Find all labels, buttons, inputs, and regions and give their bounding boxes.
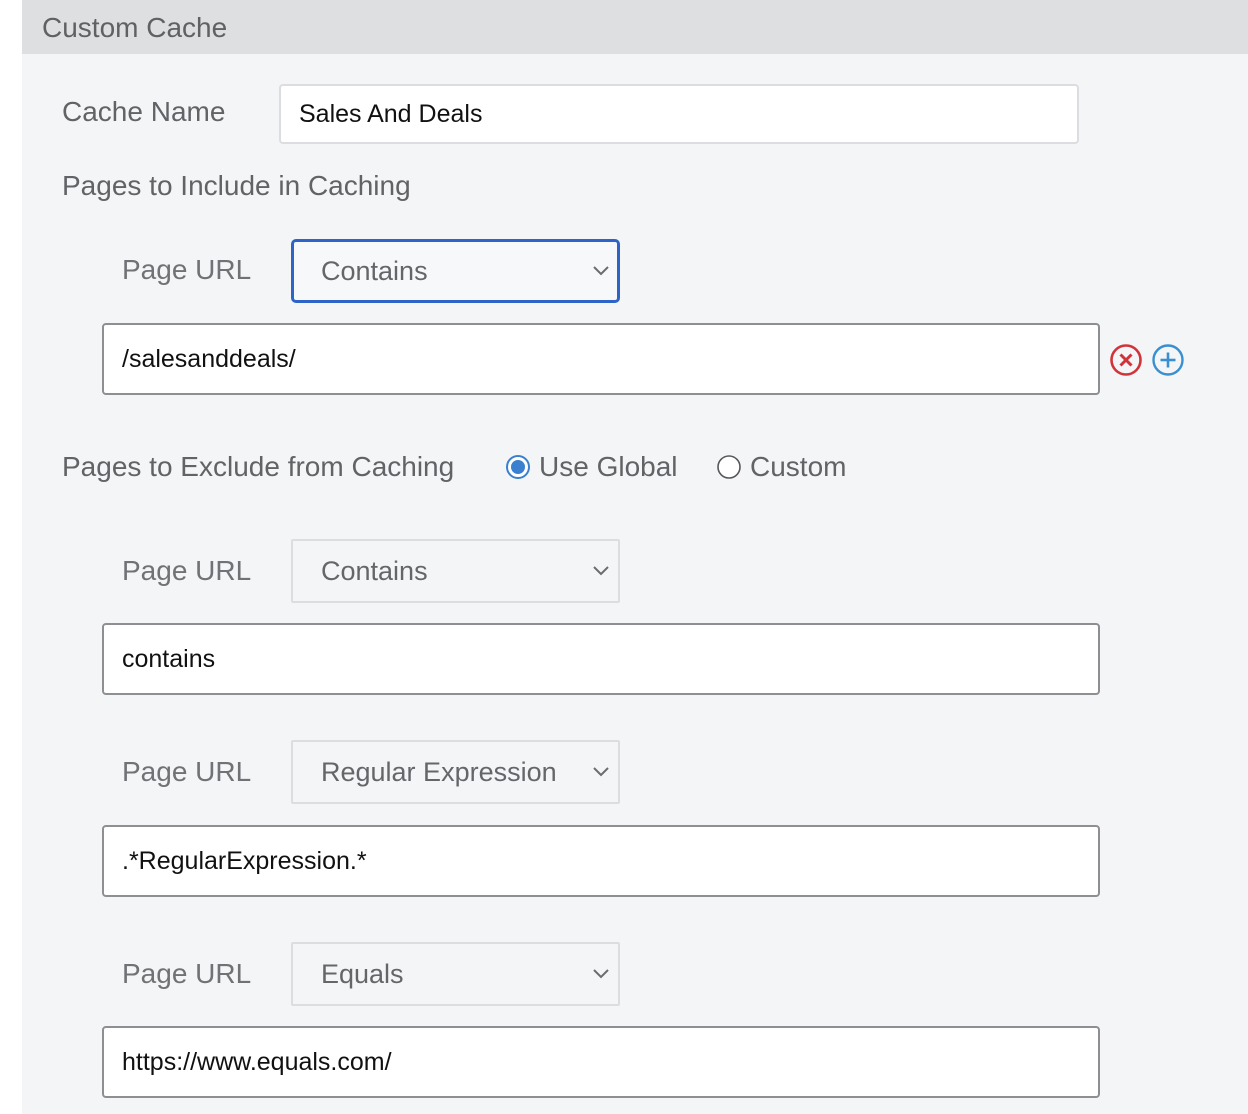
radio-use-global[interactable]: Use Global — [506, 450, 678, 484]
exclude-url-value: https://www.equals.com/ — [122, 1048, 392, 1076]
add-circle-icon[interactable] — [1151, 343, 1185, 377]
exclude-heading: Pages to Exclude from Caching — [62, 451, 455, 482]
exclude-match-value: Contains — [321, 556, 428, 586]
exclude-rule-label: Page URL — [122, 756, 252, 787]
radio-custom[interactable]: Custom — [717, 450, 846, 484]
chevron-down-icon — [593, 969, 609, 979]
exclude-match-select[interactable]: Regular Expression — [291, 740, 620, 804]
radio-selected-icon — [506, 455, 530, 479]
chevron-down-icon — [593, 566, 609, 576]
exclude-url-value: contains — [122, 645, 216, 673]
include-url-value: /salesanddeals/ — [122, 345, 296, 373]
radio-custom-label: Custom — [750, 451, 847, 482]
include-rule-label: Page URL — [122, 254, 252, 285]
remove-circle-icon[interactable] — [1109, 343, 1143, 377]
cache-name-value: Sales And Deals — [299, 100, 483, 128]
exclude-match-select[interactable]: Equals — [291, 942, 620, 1006]
exclude-rule-label: Page URL — [122, 555, 252, 586]
chevron-down-icon — [593, 266, 609, 276]
exclude-url-input[interactable]: contains — [102, 623, 1100, 695]
exclude-match-value: Equals — [321, 959, 404, 989]
chevron-down-icon — [593, 767, 609, 777]
include-url-input[interactable]: /salesanddeals/ — [102, 323, 1100, 395]
exclude-match-select[interactable]: Contains — [291, 539, 620, 603]
radio-unselected-icon — [717, 455, 741, 479]
exclude-match-value: Regular Expression — [321, 757, 557, 787]
exclude-rule-label: Page URL — [122, 958, 252, 989]
include-match-select[interactable]: Contains — [291, 239, 620, 303]
exclude-url-value: .*RegularExpression.* — [122, 847, 367, 875]
panel-title: Custom Cache — [42, 12, 228, 43]
include-heading: Pages to Include in Caching — [62, 170, 411, 201]
exclude-url-input[interactable]: https://www.equals.com/ — [102, 1026, 1100, 1098]
cache-name-label: Cache Name — [62, 96, 226, 127]
cache-name-input[interactable]: Sales And Deals — [279, 84, 1079, 144]
include-match-value: Contains — [321, 256, 428, 286]
radio-use-global-label: Use Global — [539, 451, 678, 482]
exclude-url-input[interactable]: .*RegularExpression.* — [102, 825, 1100, 897]
